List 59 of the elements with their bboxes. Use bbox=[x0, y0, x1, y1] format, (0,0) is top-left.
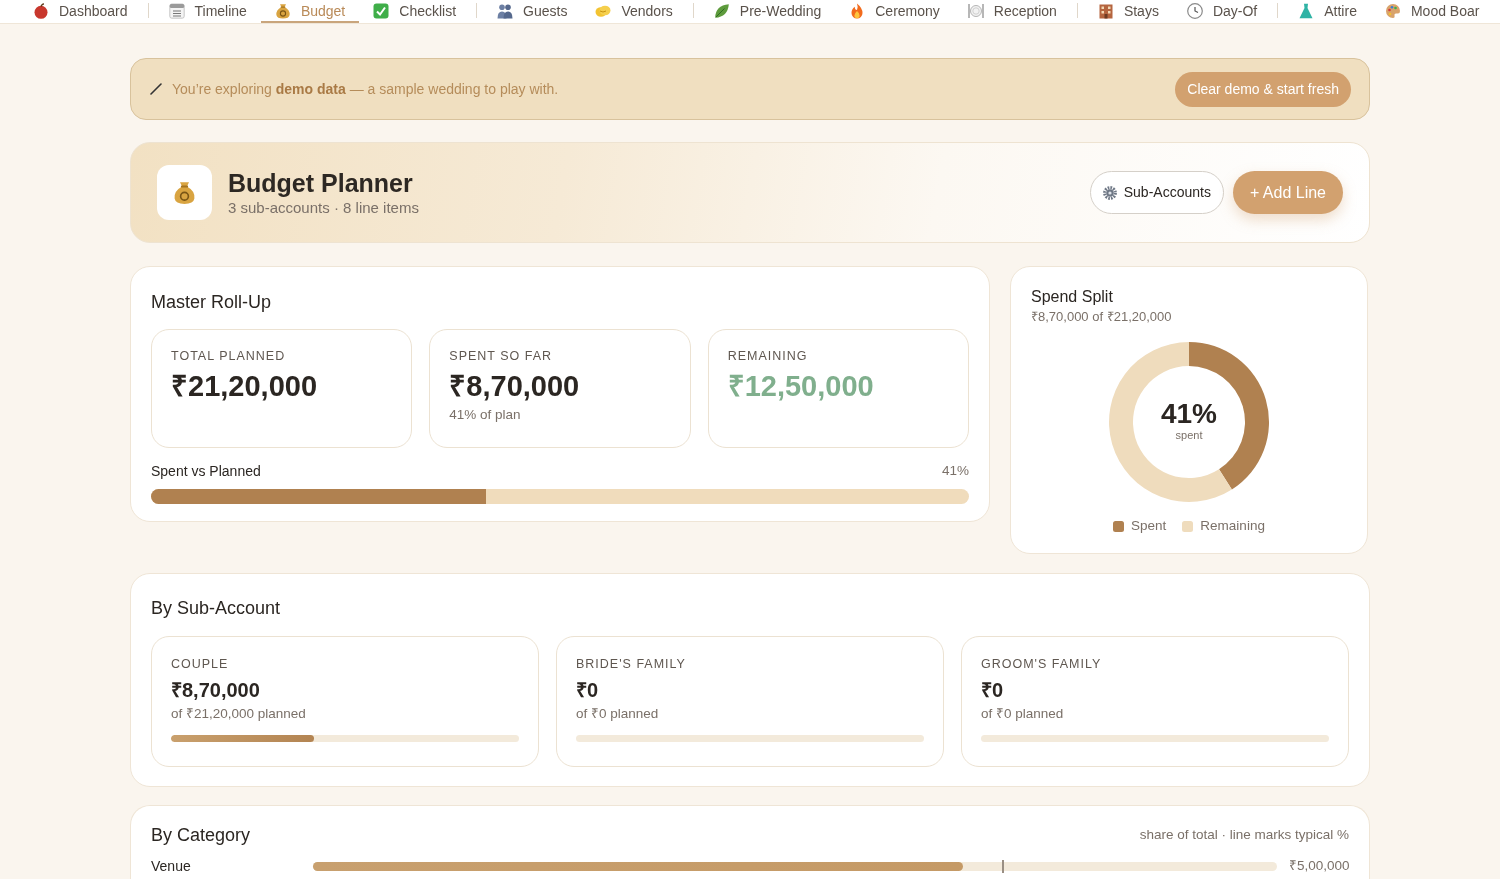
progress-label: Spent vs Planned bbox=[151, 462, 261, 480]
nav-tab[interactable]: Day-Of bbox=[1172, 0, 1272, 23]
legend-swatch-icon bbox=[1113, 520, 1125, 532]
nav-tab[interactable]: Dashboard bbox=[19, 0, 142, 23]
nav-tab[interactable]: Mood Boar bbox=[1370, 0, 1494, 23]
money-bag-icon bbox=[274, 2, 291, 19]
stat-value: ₹21,20,000 bbox=[171, 369, 318, 404]
legend-label: Remaining bbox=[1200, 517, 1265, 535]
stat-label: REMAINING bbox=[727, 348, 809, 365]
card-subtitle: ₹8,70,000 of ₹21,20,000 bbox=[1031, 308, 1173, 326]
page-title: Budget Planner bbox=[228, 167, 414, 198]
dress-icon bbox=[1298, 2, 1315, 19]
account-label: GROOM'S FAMILY bbox=[981, 656, 1103, 673]
nav-tab[interactable]: Guests bbox=[483, 0, 582, 23]
sub-accounts-button[interactable]: Sub-Accounts bbox=[1089, 171, 1224, 214]
account-planned: of ₹0 planned bbox=[576, 705, 660, 723]
page-subtitle: 3 sub-accounts · 8 line items bbox=[228, 197, 419, 218]
account-spent: ₹0 bbox=[981, 678, 1005, 703]
apple-icon bbox=[33, 2, 49, 19]
account-spent: ₹8,70,000 bbox=[171, 678, 261, 703]
palette-icon bbox=[1384, 2, 1401, 19]
nav-tab[interactable]: Attire bbox=[1284, 0, 1371, 23]
hotel-icon bbox=[1097, 2, 1114, 19]
people-icon bbox=[497, 2, 514, 19]
legend-label: Spent bbox=[1131, 517, 1167, 535]
stat-note: 41% of plan bbox=[449, 406, 522, 424]
account-label: BRIDE'S FAMILY bbox=[576, 656, 687, 673]
account-spent: ₹0 bbox=[576, 678, 600, 703]
stat-label: SPENT SO FAR bbox=[449, 348, 554, 365]
donut-percent: 41% bbox=[1159, 399, 1218, 429]
nav-tab[interactable]: Stays bbox=[1083, 0, 1173, 23]
card-title: By Category bbox=[151, 824, 251, 846]
leaf-icon bbox=[713, 2, 730, 19]
pencil-icon bbox=[150, 83, 162, 95]
card-title: By Sub-Account bbox=[151, 597, 282, 619]
card-title: Spend Split bbox=[1031, 287, 1114, 307]
stat-value: ₹8,70,000 bbox=[449, 369, 581, 404]
legend-swatch-icon bbox=[1182, 520, 1194, 532]
stat-value: ₹12,50,000 bbox=[727, 369, 875, 404]
account-planned: of ₹0 planned bbox=[981, 705, 1065, 723]
nav-tab[interactable]: Timeline bbox=[154, 0, 261, 23]
nav-tab[interactable]: Vendors bbox=[581, 0, 687, 23]
demo-message: You’re exploring demo data — a sample wedding to play with. bbox=[172, 79, 559, 99]
nav-tab[interactable]: Ceremony bbox=[835, 0, 954, 23]
nav-tab[interactable]: Reception bbox=[953, 0, 1071, 23]
category-label: Venue bbox=[151, 857, 192, 875]
nav-tab[interactable]: Checklist bbox=[359, 0, 471, 23]
account-planned: of ₹21,20,000 planned bbox=[171, 705, 307, 723]
plate-cutlery-icon bbox=[967, 2, 984, 19]
progress-reading: 41% bbox=[941, 462, 969, 480]
card-title: Master Roll-Up bbox=[151, 291, 273, 313]
money-bag-icon bbox=[157, 165, 212, 220]
card-note: share of total · line marks typical % bbox=[1139, 826, 1349, 844]
account-label: COUPLE bbox=[171, 656, 230, 673]
gear-icon bbox=[1102, 185, 1117, 200]
donut-caption: spent bbox=[1174, 429, 1204, 441]
nav-tab[interactable]: Pre-Wedding bbox=[699, 0, 836, 23]
stat-label: TOTAL PLANNED bbox=[171, 348, 287, 365]
category-amount: ₹5,00,000 bbox=[1289, 857, 1349, 875]
